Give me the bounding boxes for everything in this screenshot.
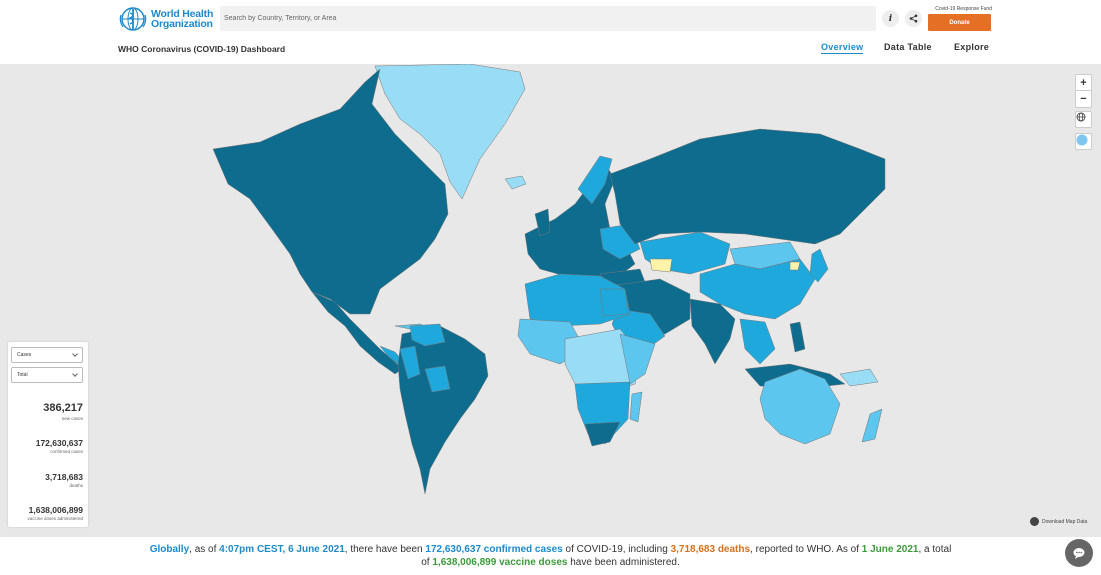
sub-header: WHO Coronavirus (COVID-19) Dashboard Ove… <box>0 38 1101 64</box>
info-icon: i <box>888 13 893 24</box>
new-cases-label: new cases <box>61 416 83 421</box>
period-select[interactable]: Total <box>11 367 83 383</box>
who-logo[interactable]: World Health Organization <box>118 5 213 33</box>
timestamp: 4:07pm CEST, 6 June 2021 <box>219 544 345 555</box>
deaths-text: 3,718,683 deaths <box>670 544 751 555</box>
vaccine-doses-text: 1,638,006,899 vaccine doses <box>432 557 568 568</box>
region-southeast-asia[interactable] <box>739 318 776 365</box>
share-button[interactable] <box>905 10 922 27</box>
region-india[interactable] <box>689 298 736 365</box>
world-map[interactable]: + − Download Map Data <box>0 64 1101 537</box>
who-emblem-icon <box>119 7 147 31</box>
response-fund-label: Covid-19 Response Fund <box>935 6 992 12</box>
chevron-down-icon <box>72 351 78 357</box>
confirmed-cases-label: confirmed cases <box>50 449 83 454</box>
summary-text: , as of <box>189 544 220 555</box>
confirmed-cases-text: 172,630,637 confirmed cases <box>425 544 563 555</box>
download-icon <box>1030 517 1039 526</box>
region-japan[interactable] <box>809 248 829 283</box>
dashboard-title: WHO Coronavirus (COVID-19) Dashboard <box>118 44 286 54</box>
logo-line2: Organization <box>151 18 213 30</box>
region-papua[interactable] <box>839 368 879 387</box>
top-bar: World Health Organization i Covid-19 Res… <box>0 0 1101 38</box>
summary-text: , a total <box>918 544 952 555</box>
zoom-control: + − <box>1075 74 1092 108</box>
tab-data-table[interactable]: Data Table <box>884 42 932 52</box>
globe-icon <box>1076 112 1086 122</box>
vaccine-doses-label: vaccine doses administered <box>27 516 83 521</box>
summary-text: of COVID-19, including <box>562 544 671 555</box>
donate-button[interactable]: Donate <box>928 14 991 31</box>
tab-explore[interactable]: Explore <box>954 42 989 52</box>
info-button[interactable]: i <box>882 10 899 27</box>
search-bar <box>220 6 876 31</box>
confirmed-cases-value: 172,630,637 <box>35 438 83 448</box>
region-russia[interactable] <box>609 128 886 245</box>
period-select-value: Total <box>17 372 28 378</box>
region-new-zealand[interactable] <box>861 408 883 443</box>
summary-text: , reported to WHO. As of <box>750 544 862 555</box>
logo-text: World Health Organization <box>151 9 213 30</box>
chat-button[interactable] <box>1065 539 1093 567</box>
vaccine-date: 1 June 2021 <box>861 544 919 555</box>
globally-text: Globally <box>149 544 190 555</box>
summary-text: of <box>421 557 433 568</box>
map-canvas[interactable] <box>0 64 1101 537</box>
tab-overview[interactable]: Overview <box>821 42 864 54</box>
download-label: Download Map Data <box>1042 518 1088 525</box>
metric-select[interactable]: Cases <box>11 347 83 363</box>
vaccine-doses-value: 1,638,006,899 <box>28 505 83 515</box>
global-summary: Globally, as of 4:07pm CEST, 6 June 2021… <box>0 537 1101 575</box>
region-north-korea[interactable] <box>789 261 801 271</box>
search-input[interactable] <box>220 6 876 31</box>
share-icon <box>909 14 918 23</box>
deaths-label: deaths <box>69 483 83 488</box>
region-south-africa[interactable] <box>584 421 621 447</box>
globe-button[interactable] <box>1075 111 1092 128</box>
new-cases-value: 386,217 <box>43 402 83 414</box>
region-iceland[interactable] <box>504 175 527 190</box>
zoom-out-button[interactable]: − <box>1076 91 1091 107</box>
region-madagascar[interactable] <box>629 391 643 423</box>
chevron-down-icon <box>72 371 78 377</box>
metric-select-value: Cases <box>17 352 32 358</box>
region-egypt[interactable] <box>599 288 629 317</box>
zoom-in-button[interactable]: + <box>1076 75 1091 91</box>
stats-panel: Cases Total 386,217 new cases 172,630,63… <box>8 342 88 527</box>
layer-button[interactable] <box>1075 133 1092 150</box>
layer-globe-icon <box>1076 134 1088 146</box>
download-map-data-link[interactable]: Download Map Data <box>1030 517 1087 526</box>
summary-text: have been administered. <box>567 557 680 568</box>
chat-icon <box>1073 548 1085 559</box>
summary-line-1: Globally, as of 4:07pm CEST, 6 June 2021… <box>0 543 1101 556</box>
deaths-value: 3,718,683 <box>45 472 83 482</box>
summary-line-2: of 1,638,006,899 vaccine doses have been… <box>0 556 1101 569</box>
region-philippines[interactable] <box>789 321 806 353</box>
summary-text: , there have been <box>344 544 426 555</box>
region-turkmenistan[interactable] <box>649 258 673 273</box>
